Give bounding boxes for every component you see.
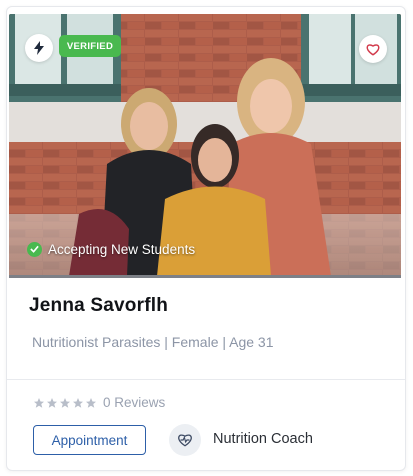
star-icon xyxy=(73,397,83,408)
heart-icon[interactable] xyxy=(359,35,387,63)
rating: 0 Reviews xyxy=(33,395,165,410)
divider xyxy=(7,379,405,380)
star-icon xyxy=(47,397,57,408)
accepting-status: Accepting New Students xyxy=(27,240,195,258)
photo-divider xyxy=(9,275,401,278)
coach-name[interactable]: Jenna Savorflh xyxy=(29,295,168,317)
lightning-icon[interactable] xyxy=(25,34,53,62)
coach-card[interactable]: VERIFIED Accepting New Students Jenna Sa… xyxy=(6,6,406,471)
appointment-button[interactable]: Appointment xyxy=(33,425,146,455)
coach-type-label: Nutrition Coach xyxy=(213,431,313,447)
star-icon xyxy=(60,397,70,408)
accepting-label: Accepting New Students xyxy=(48,241,196,257)
coach-details: Nutritionist Parasites | Female | Age 31 xyxy=(32,334,274,350)
star-icon xyxy=(34,397,44,408)
heart-pulse-icon xyxy=(169,424,201,456)
star-rating xyxy=(33,397,97,409)
reviews-link[interactable]: 0 Reviews xyxy=(103,395,165,410)
check-circle-icon xyxy=(27,241,42,257)
star-icon xyxy=(86,397,96,408)
verified-badge: VERIFIED xyxy=(59,35,121,57)
